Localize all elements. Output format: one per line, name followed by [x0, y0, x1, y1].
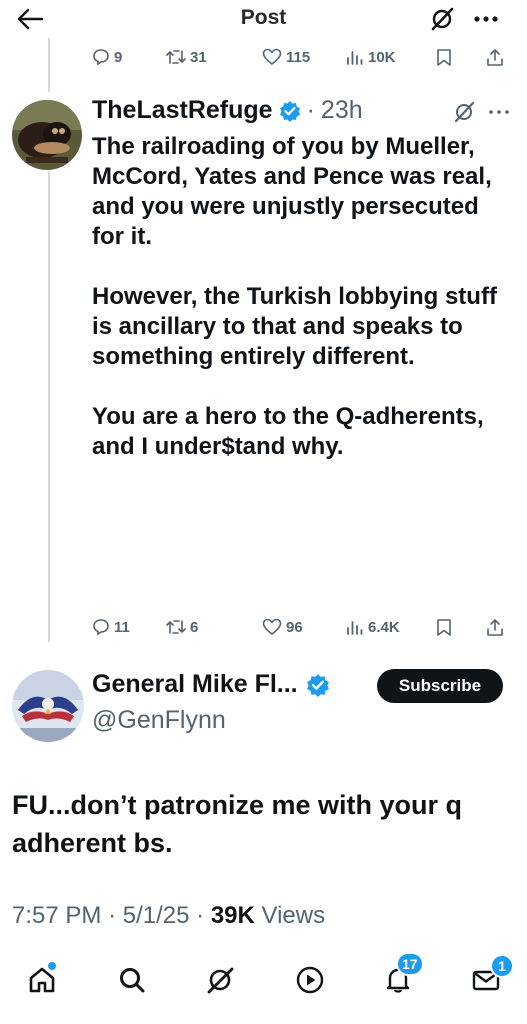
tweet-paragraph: You are a hero to the Q-adherents, and I… [92, 403, 484, 460]
nav-notifications[interactable]: 17 [374, 952, 424, 1002]
grok-icon [431, 7, 454, 31]
repost-count: 31 [190, 48, 207, 66]
like-action[interactable]: 96 [262, 618, 346, 636]
repost-action[interactable]: 6 [166, 619, 262, 636]
reply-count: 9 [114, 48, 123, 66]
separator: · [108, 902, 117, 929]
search-icon [120, 968, 145, 993]
tweet-paragraph: However, the Turkish lobbying stuff is a… [92, 283, 497, 370]
repost-count: 6 [190, 618, 199, 636]
share-action[interactable] [486, 618, 504, 637]
avatar[interactable] [12, 100, 82, 170]
bookmark-icon [437, 48, 451, 66]
main-tweet-text: FU...don’t patronize me with your q adhe… [12, 790, 462, 858]
verified-badge-icon [279, 100, 300, 122]
reply-action[interactable]: 11 [92, 618, 166, 636]
like-action[interactable]: 115 [262, 48, 346, 66]
bookmark-action[interactable] [436, 618, 486, 637]
views-count: 6.4K [368, 618, 400, 636]
back-arrow-icon [17, 8, 43, 30]
avatar-image [12, 670, 84, 742]
home-notification-dot [48, 962, 56, 970]
main-author-name-row: General Mike Fl... [92, 670, 330, 699]
more-icon [489, 110, 509, 114]
author-name[interactable]: TheLastRefuge [92, 96, 273, 125]
tweet-paragraph: The railroading of you by Mueller, McCor… [92, 133, 492, 250]
reply-icon [93, 49, 109, 66]
views-icon [347, 621, 363, 635]
views-label: Views [261, 902, 326, 929]
reply-action[interactable]: 9 [92, 48, 166, 66]
verified-badge-icon [306, 673, 329, 697]
like-count: 115 [286, 48, 311, 66]
nav-home[interactable] [18, 958, 66, 1002]
prev-tweet-actions: 9 31 115 10K [92, 44, 512, 70]
bookmark-action[interactable] [436, 48, 486, 67]
nav-search[interactable] [108, 958, 156, 1002]
avatar[interactable] [12, 670, 84, 742]
reply-icon [93, 619, 109, 636]
avatar-image [12, 100, 82, 170]
like-count: 96 [286, 618, 303, 636]
grok-icon [454, 101, 475, 123]
bottom-nav: 17 1 [0, 948, 527, 1024]
views-action[interactable]: 10K [346, 49, 436, 66]
heart-icon [262, 48, 282, 66]
messages-badge: 1 [490, 954, 514, 978]
more-options-button[interactable] [484, 100, 514, 124]
top-bar: Post [0, 0, 527, 40]
more-icon [474, 16, 498, 22]
views-count[interactable]: 39K [211, 902, 255, 929]
grok-button[interactable] [452, 100, 476, 124]
nav-grok[interactable] [196, 958, 244, 1002]
reply-tweet-actions: 11 6 96 6.4K [92, 614, 512, 640]
repost-icon [166, 50, 186, 64]
repost-icon [166, 620, 186, 634]
thread-line [48, 38, 50, 92]
views-count: 10K [368, 48, 396, 66]
nav-video[interactable] [286, 958, 334, 1002]
tweet-meta: 7:57 PM · 5/1/25 · 39K Views [12, 902, 325, 930]
timestamp[interactable]: 23h [321, 96, 363, 125]
views-action[interactable]: 6.4K [346, 619, 436, 636]
reply-tweet-header: TheLastRefuge · 23h [92, 96, 363, 125]
grok-button[interactable] [426, 4, 458, 34]
author-name[interactable]: General Mike Fl... [92, 670, 298, 699]
share-icon [487, 618, 503, 636]
heart-icon [262, 618, 282, 636]
separator: · [306, 96, 315, 124]
tweet-time[interactable]: 7:57 PM [12, 902, 101, 929]
thread-line [48, 172, 50, 642]
reply-count: 11 [114, 618, 130, 636]
play-icon [296, 966, 324, 994]
share-icon [487, 48, 503, 66]
repost-action[interactable]: 31 [166, 49, 262, 66]
separator: · [196, 902, 205, 929]
back-button[interactable] [12, 4, 48, 34]
share-action[interactable] [486, 48, 504, 67]
notifications-badge: 17 [396, 952, 424, 976]
author-handle[interactable]: @GenFlynn [92, 706, 226, 735]
subscribe-button[interactable]: Subscribe [377, 669, 503, 703]
bookmark-icon [437, 618, 451, 636]
tweet-text: The railroading of you by Mueller, McCor… [92, 132, 512, 462]
nav-messages[interactable]: 1 [462, 954, 514, 1002]
tweet-date[interactable]: 5/1/25 [123, 902, 190, 929]
grok-icon [207, 967, 234, 994]
more-options-button[interactable] [468, 4, 504, 34]
views-icon [347, 51, 363, 65]
